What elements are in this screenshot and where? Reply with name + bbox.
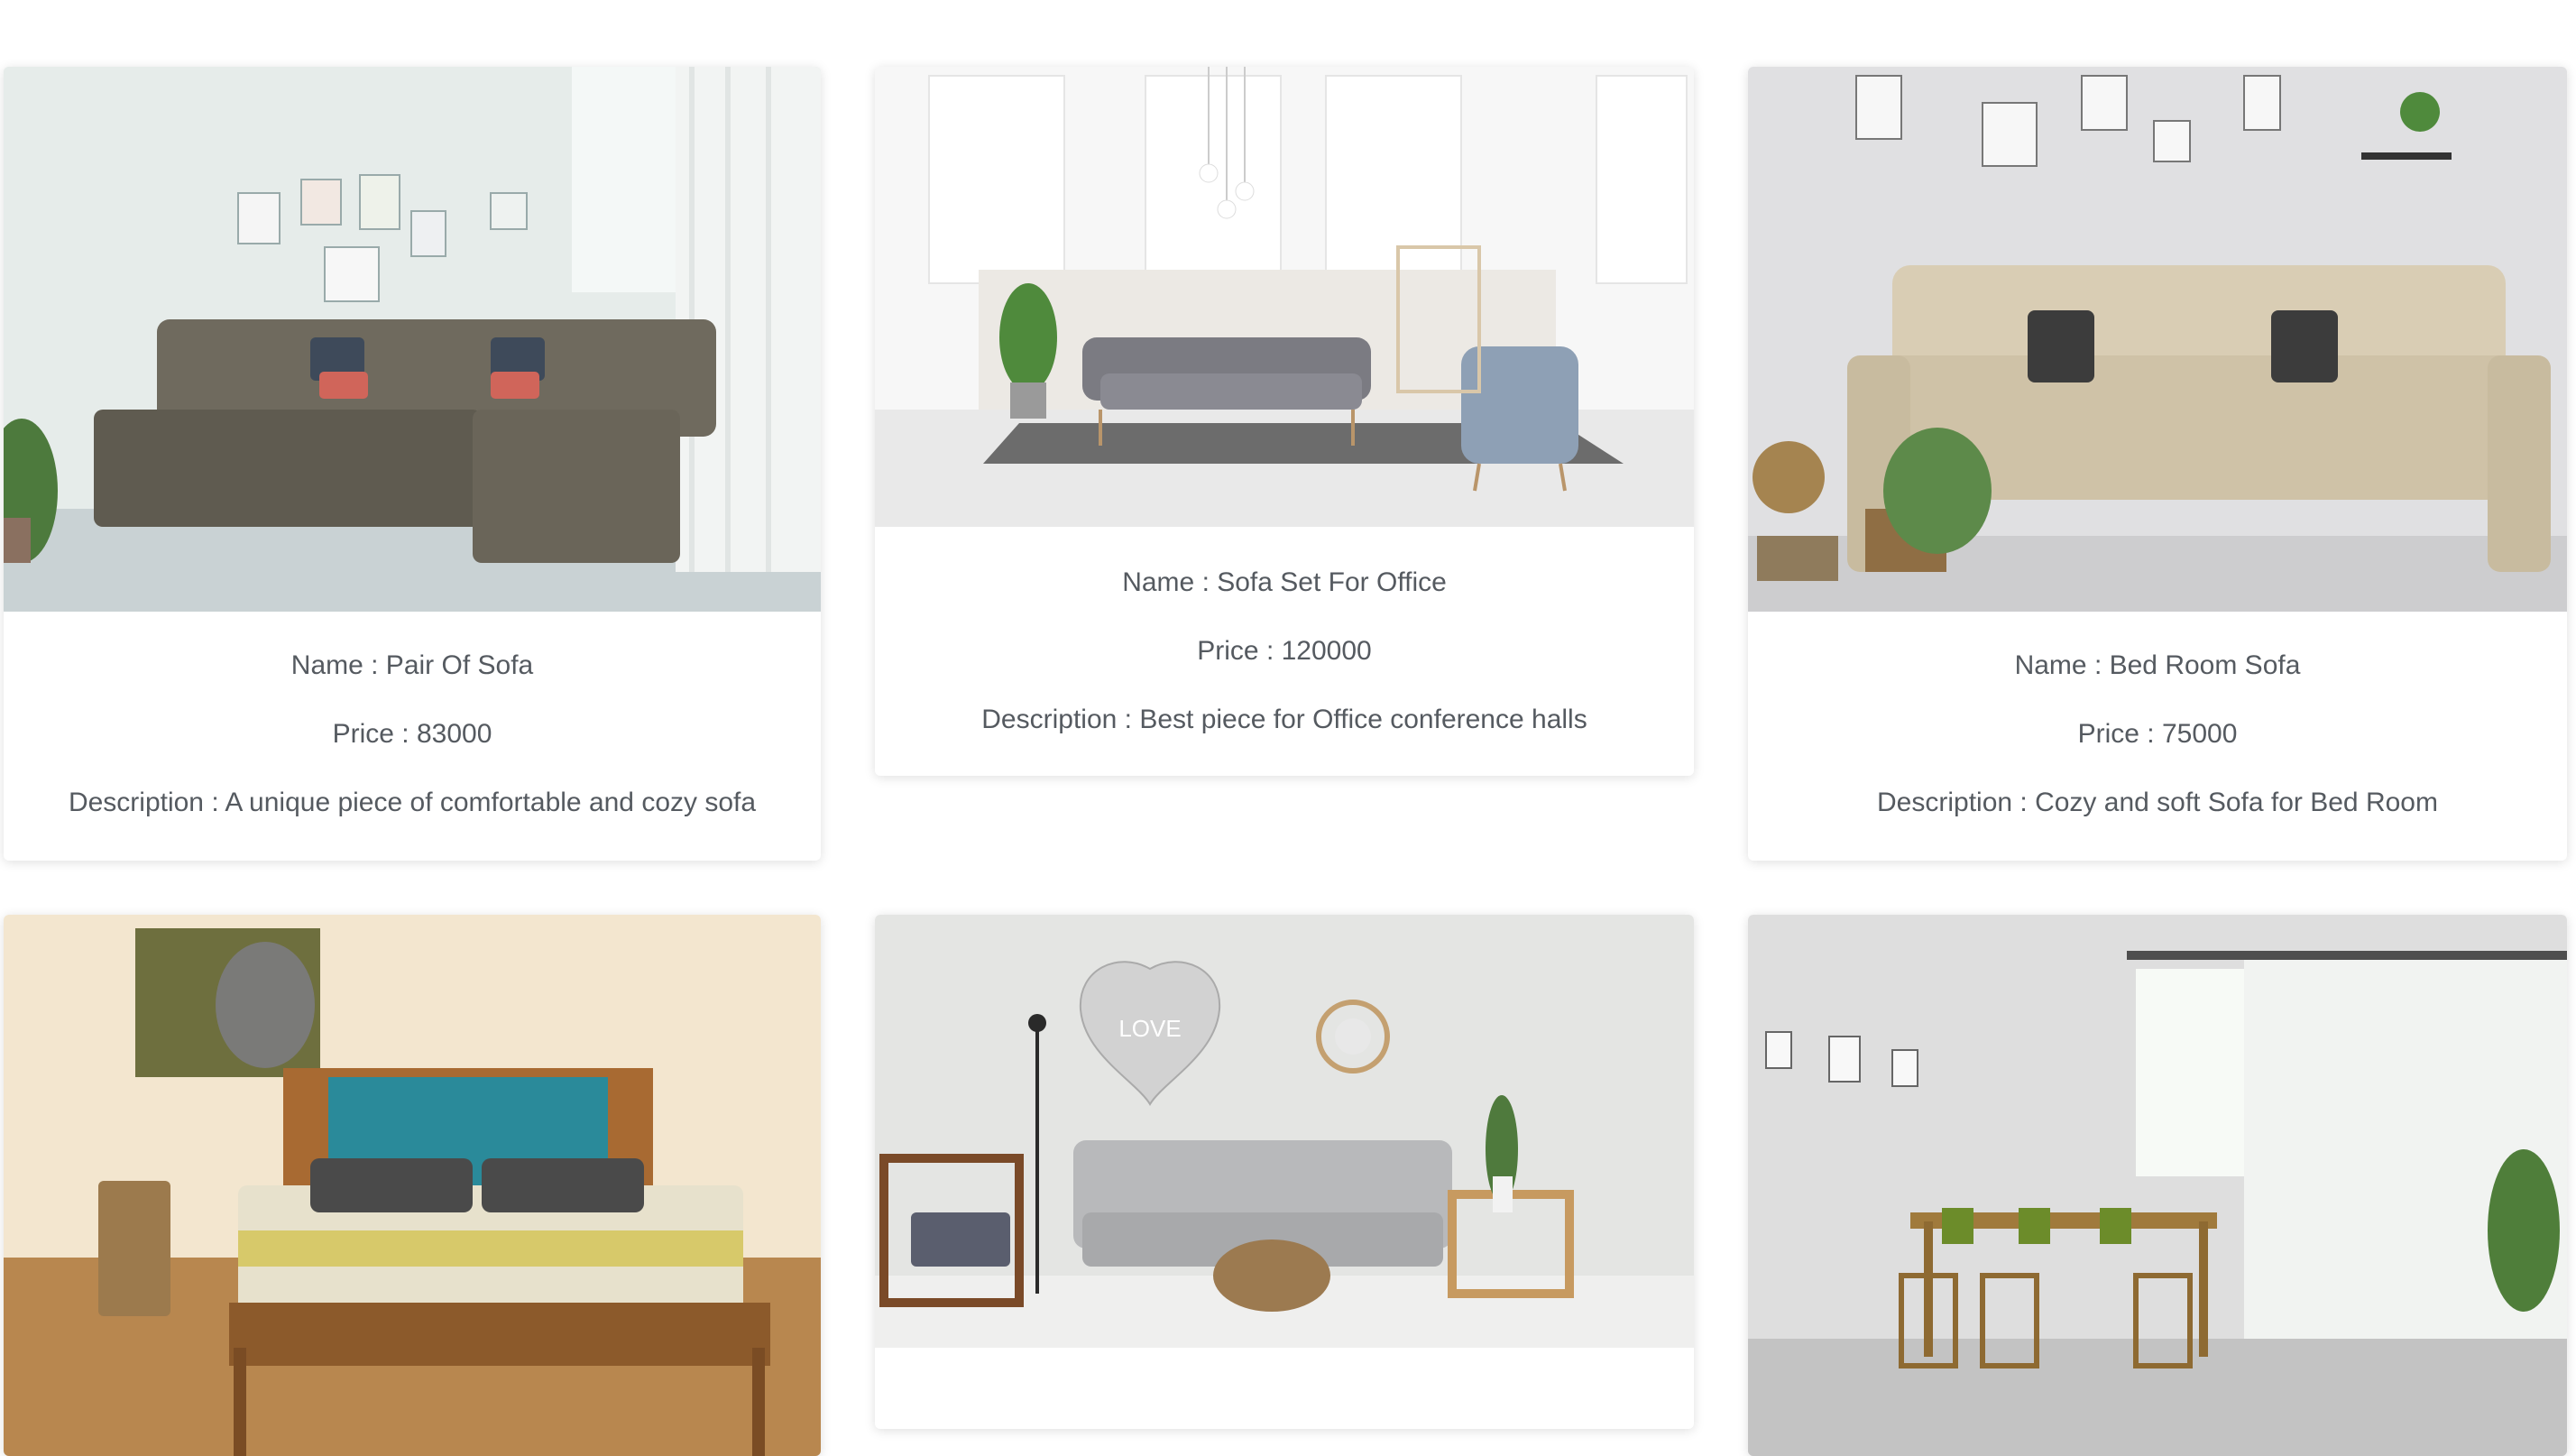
product-image-sofa-set-for-office (875, 67, 1694, 527)
product-image-living-room: LOVE (875, 915, 1694, 1348)
product-price: Price : 75000 (2077, 719, 2238, 749)
product-name: Name : Sofa Set For Office (1122, 567, 1447, 597)
wall-art-love-text: LOVE (1118, 1015, 1181, 1042)
product-description: Description : Best piece for Office conf… (981, 705, 1587, 734)
product-card-living-room[interactable]: LOVE (875, 915, 1694, 1429)
product-name: Name : Bed Room Sofa (2014, 650, 2301, 680)
product-card-bed[interactable] (4, 915, 821, 1456)
product-image-pair-of-sofa (4, 67, 821, 612)
product-image-bed-room-sofa (1748, 67, 2567, 612)
product-card-sofa-set-for-office[interactable]: Name : Sofa Set For Office Price : 12000… (875, 67, 1694, 776)
product-price: Price : 83000 (332, 719, 492, 749)
product-card-pair-of-sofa[interactable]: Name : Pair Of Sofa Price : 83000 Descri… (4, 67, 821, 861)
product-name: Name : Pair Of Sofa (290, 650, 534, 680)
product-card-bed-room-sofa[interactable]: Name : Bed Room Sofa Price : 75000 Descr… (1748, 67, 2567, 861)
product-image-bed (4, 915, 821, 1456)
product-card-dining[interactable] (1748, 915, 2567, 1456)
product-description: Description : A unique piece of comforta… (68, 788, 757, 817)
product-price: Price : 120000 (1197, 636, 1372, 666)
product-description: Description : Cozy and soft Sofa for Bed… (1877, 788, 2438, 817)
product-image-dining (1748, 915, 2567, 1456)
